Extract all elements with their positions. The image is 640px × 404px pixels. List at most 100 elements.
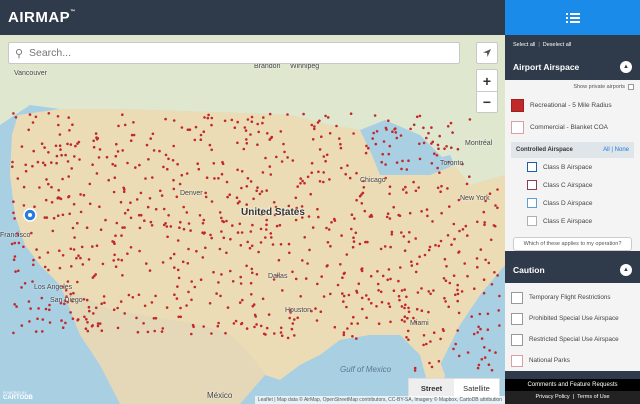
airport-marker[interactable] [60,153,63,157]
airport-marker[interactable] [303,181,306,185]
airport-marker[interactable] [245,203,248,206]
airport-marker[interactable] [418,142,421,146]
airport-marker[interactable] [249,180,253,183]
airport-marker[interactable] [225,219,228,223]
street-button[interactable]: Street [409,379,454,397]
airport-marker[interactable] [24,169,28,173]
airport-marker[interactable] [259,241,263,244]
airport-marker[interactable] [430,126,433,129]
airport-marker[interactable] [131,296,135,299]
airport-marker[interactable] [255,323,258,326]
airport-marker[interactable] [422,334,426,337]
airport-marker[interactable] [11,160,14,164]
airport-marker[interactable] [426,214,429,218]
airport-marker[interactable] [427,290,431,293]
airport-marker[interactable] [425,136,428,140]
airport-marker[interactable] [248,246,252,250]
airport-marker[interactable] [31,164,34,168]
airport-marker[interactable] [341,276,344,279]
airport-marker[interactable] [116,326,120,330]
airport-marker[interactable] [350,227,353,231]
airport-marker[interactable] [270,135,274,139]
airport-marker[interactable] [325,264,329,268]
airport-marker[interactable] [216,324,220,328]
airport-marker[interactable] [29,307,32,310]
airport-marker[interactable] [69,247,73,251]
airport-marker[interactable] [175,195,179,199]
airport-marker[interactable] [219,294,222,298]
airport-marker[interactable] [251,271,254,275]
airport-marker[interactable] [350,213,354,216]
airport-marker[interactable] [328,178,331,181]
airport-marker[interactable] [268,138,272,141]
airport-marker[interactable] [383,245,387,248]
airport-marker[interactable] [250,120,254,123]
airport-marker[interactable] [176,268,180,272]
airport-marker[interactable] [355,289,358,293]
airport-marker[interactable] [317,170,320,174]
airport-marker[interactable] [218,247,222,251]
airport-marker[interactable] [440,211,443,215]
airport-marker[interactable] [479,248,483,251]
airport-marker[interactable] [490,368,494,372]
airport-marker[interactable] [161,261,165,264]
airport-marker[interactable] [494,351,497,354]
chevron-up-icon[interactable]: ▲ [620,61,632,73]
airport-marker[interactable] [43,146,46,149]
airport-marker[interactable] [353,217,356,220]
airport-marker[interactable] [146,330,150,334]
airport-marker[interactable] [28,320,31,323]
airport-marker[interactable] [207,113,210,117]
airport-marker[interactable] [85,317,88,321]
airport-marker[interactable] [443,147,446,150]
airport-marker[interactable] [452,347,455,351]
airport-marker[interactable] [293,318,296,321]
airport-marker[interactable] [423,253,427,257]
airport-marker[interactable] [397,279,400,283]
airport-marker[interactable] [79,193,82,196]
airport-marker[interactable] [445,145,448,148]
airport-marker[interactable] [360,193,363,196]
airport-marker[interactable] [493,271,496,274]
class-d-checkbox[interactable] [527,198,537,208]
airport-marker[interactable] [47,268,50,272]
airport-marker[interactable] [498,294,501,298]
airport-marker[interactable] [92,145,96,149]
airport-marker[interactable] [309,192,313,196]
airport-marker[interactable] [220,273,223,276]
airport-marker[interactable] [480,337,484,340]
airport-marker[interactable] [342,300,345,303]
airport-marker[interactable] [318,148,322,151]
airport-marker[interactable] [398,298,401,302]
airport-marker[interactable] [24,163,28,167]
airport-marker[interactable] [255,189,258,193]
airport-marker[interactable] [135,198,139,201]
airport-marker[interactable] [112,259,115,262]
search-box[interactable]: ⚲ [8,42,460,64]
airport-marker[interactable] [212,162,216,165]
airport-marker[interactable] [123,123,127,127]
airport-marker[interactable] [32,258,35,262]
airport-marker[interactable] [257,130,261,134]
airport-marker[interactable] [150,224,154,227]
airport-marker[interactable] [407,310,411,314]
airport-marker[interactable] [256,122,260,126]
airport-marker[interactable] [415,307,419,311]
airport-marker[interactable] [221,219,224,223]
airport-marker[interactable] [452,222,456,226]
airport-marker[interactable] [399,266,402,269]
airport-marker[interactable] [11,165,14,168]
airport-marker[interactable] [32,263,35,267]
airport-marker[interactable] [12,331,15,335]
airmap-logo[interactable]: AIRMAP™ [8,9,76,26]
airport-marker[interactable] [490,283,494,286]
airport-marker[interactable] [149,137,152,140]
airport-marker[interactable] [120,258,124,262]
airport-marker[interactable] [410,260,413,263]
airport-marker[interactable] [43,163,47,167]
airport-marker[interactable] [202,325,205,328]
airport-marker[interactable] [31,280,34,283]
airport-marker[interactable] [234,319,238,323]
airport-marker[interactable] [403,306,406,310]
airport-marker[interactable] [427,131,430,135]
